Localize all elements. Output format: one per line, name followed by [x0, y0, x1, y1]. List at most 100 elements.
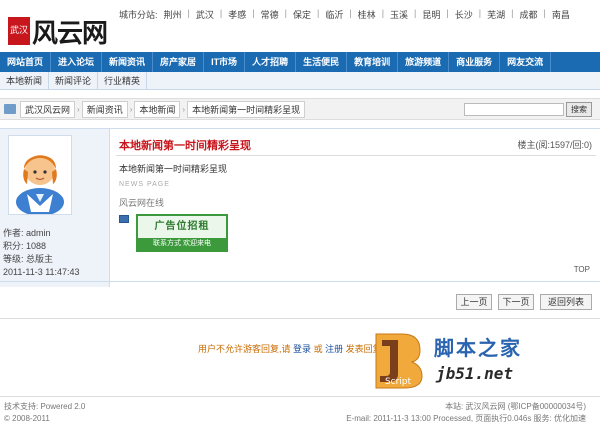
city-bar: 城市分站: 荆州 | 武汉 | 孝感 | 常德 | 保定 | 临沂 | 桂林 | 玉溪 | 昆明…	[118, 8, 571, 21]
nav-item-forum[interactable]: 进入论坛	[51, 52, 103, 72]
post-author-panel: 作者: admin 积分: 1088 等级: 总版主 2011-11-3 11:…	[0, 129, 110, 287]
reply-notice-text: 用户不允许游客回复,请	[198, 344, 291, 354]
city-link[interactable]: 南昌	[551, 8, 571, 21]
author-points: 积分: 1088	[3, 241, 47, 251]
city-link[interactable]: 芜湖	[486, 8, 506, 21]
nav-item-community[interactable]: 网友交流	[500, 52, 552, 72]
prev-page-button[interactable]: 上一页	[456, 294, 492, 310]
city-link[interactable]: 常德	[260, 8, 280, 21]
nav-item-it[interactable]: IT市场	[204, 52, 246, 72]
city-link[interactable]: 荆州	[163, 8, 183, 21]
nav-item-realestate[interactable]: 房产家居	[153, 52, 205, 72]
breadcrumb-site[interactable]: 武汉风云网	[20, 100, 76, 118]
cities-label: 城市分站:	[119, 10, 158, 20]
watermark-cn: 脚本之家	[434, 336, 522, 360]
post-body: 本地新闻第一时间精彩呈现	[119, 164, 228, 174]
city-link[interactable]: 武汉	[195, 8, 215, 21]
post-content: 本地新闻第一时间精彩呈现 楼主(阅:1597/回:0) 本地新闻第一时间精彩呈现…	[110, 129, 600, 287]
footer-stats: E-mail: 2011-11-3 13:00 Processed, 页面执行0…	[346, 414, 586, 423]
city-link[interactable]: 保定	[292, 8, 312, 21]
divider	[116, 155, 596, 156]
breadcrumb: 武汉风云网 › 新闻资讯 › 本地新闻 › 本地新闻第一时间精彩呈现 搜索	[0, 98, 600, 120]
city-link[interactable]: 孝感	[227, 8, 247, 21]
divider: |	[252, 8, 255, 18]
reply-notice: 用户不允许游客回复,请 登录 或 注册 发表回复	[198, 342, 382, 355]
divider: |	[381, 8, 385, 18]
breadcrumb-board[interactable]: 本地新闻	[134, 100, 181, 118]
post-title: 本地新闻第一时间精彩呈现	[119, 140, 251, 152]
chevron-right-icon: ›	[129, 104, 133, 114]
search-input[interactable]	[464, 103, 564, 116]
sub-nav: 本地新闻 新闻评论 行业精英	[0, 72, 600, 90]
reply-or: 或	[313, 344, 323, 354]
ad-title: 广告位招租	[138, 216, 226, 238]
footer-copyright: © 2008-2011	[4, 414, 50, 423]
divider: |	[543, 8, 546, 18]
divider: |	[414, 8, 417, 18]
author-info: 作者: admin 积分: 1088 等级: 总版主 2011-11-3 11:…	[3, 227, 80, 279]
author-name: 作者: admin	[3, 228, 51, 238]
main-nav: 网站首页 进入论坛 新闻资讯 房产家居 IT市场 人才招聘 生活便民 教育培训 …	[0, 52, 600, 72]
subnav-item-elite[interactable]: 行业精英	[98, 72, 148, 90]
logo-text: 风云网	[32, 18, 108, 49]
city-link[interactable]: 桂林	[357, 8, 377, 21]
author-level: 等级: 总版主	[3, 254, 54, 264]
breadcrumb-category[interactable]: 新闻资讯	[81, 100, 128, 118]
divider	[0, 396, 600, 397]
jb51-logo-icon: Script	[375, 333, 423, 389]
footer-site-info: 本站: 武汉风云网 (鄂ICP备00000034号)	[445, 402, 586, 411]
chevron-right-icon: ›	[77, 104, 80, 114]
site-header: 武汉 风云网 城市分站: 荆州 | 武汉 | 孝感 | 常德 | 保定 | 临沂 | 桂林 |…	[0, 0, 600, 50]
divider	[0, 318, 600, 319]
city-link[interactable]: 成都	[518, 8, 538, 21]
breadcrumb-thread[interactable]: 本地新闻第一时间精彩呈现	[187, 100, 306, 118]
city-link[interactable]: 玉溪	[389, 8, 409, 21]
watermark: Script 脚本之家 jb51.net	[372, 330, 594, 392]
footer-powered: 技术支持: Powered 2.0	[4, 402, 86, 411]
user-avatar-icon	[16, 155, 64, 216]
divider	[0, 281, 600, 282]
divider: |	[219, 8, 223, 18]
post: 作者: admin 积分: 1088 等级: 总版主 2011-11-3 11:…	[0, 128, 600, 287]
search-button[interactable]: 搜索	[566, 102, 592, 117]
subnav-item-local-news[interactable]: 本地新闻	[0, 72, 50, 90]
nav-item-life[interactable]: 生活便民	[296, 52, 348, 72]
subnav-item-comments[interactable]: 新闻评论	[49, 72, 99, 90]
divider: |	[349, 8, 352, 18]
nav-item-home[interactable]: 网站首页	[0, 52, 52, 72]
post-floor-stats: 楼主(阅:1597/回:0)	[517, 140, 592, 150]
divider: |	[446, 8, 449, 18]
site-logo[interactable]: 武汉 风云网	[8, 16, 108, 49]
watermark-url: jb51.net	[436, 364, 514, 383]
nav-item-business[interactable]: 商业服务	[449, 52, 501, 72]
nav-item-news[interactable]: 新闻资讯	[102, 52, 154, 72]
divider: |	[316, 8, 320, 18]
post-meta: NEWS PAGE	[119, 181, 170, 188]
home-icon[interactable]	[4, 104, 16, 114]
city-link[interactable]: 临沂	[324, 8, 344, 21]
nav-item-education[interactable]: 教育培训	[347, 52, 399, 72]
post-time: 2011-11-3 11:47:43	[3, 267, 80, 277]
footer-right: 本站: 武汉风云网 (鄂ICP备00000034号) E-mail: 2011-…	[346, 401, 586, 425]
post-signature: 风云网在线	[119, 198, 165, 208]
nav-item-jobs[interactable]: 人才招聘	[245, 52, 297, 72]
divider: |	[478, 8, 482, 18]
divider: |	[284, 8, 287, 18]
city-link[interactable]: 昆明	[421, 8, 441, 21]
avatar[interactable]	[8, 135, 72, 216]
city-link[interactable]: 长沙	[454, 8, 474, 21]
logo-seal: 武汉	[8, 17, 30, 45]
next-page-button[interactable]: 下一页	[498, 294, 534, 310]
nav-item-travel[interactable]: 旅游频道	[398, 52, 450, 72]
back-to-top-link[interactable]: TOP	[574, 265, 590, 274]
register-link[interactable]: 注册	[325, 344, 343, 354]
back-to-list-button[interactable]: 返回列表	[540, 294, 592, 310]
ad-banner[interactable]: 广告位招租 联系方式 欢迎来电	[136, 214, 228, 252]
login-link[interactable]: 登录	[293, 344, 311, 354]
watermark-logo-sub: Script	[385, 377, 412, 387]
chevron-right-icon: ›	[182, 104, 186, 114]
footer-left: 技术支持: Powered 2.0 © 2008-2011	[4, 401, 85, 425]
ad-flag-icon	[119, 215, 129, 223]
ad-footer: 联系方式 欢迎来电	[138, 238, 226, 250]
divider: |	[187, 8, 190, 18]
